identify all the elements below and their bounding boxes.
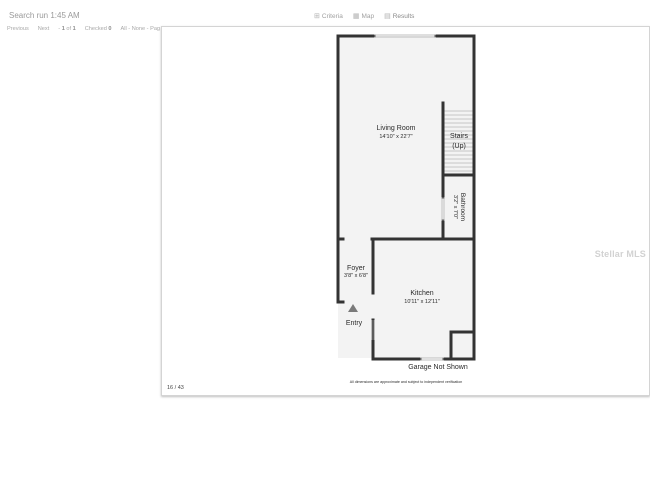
bathroom-dims: 3'2" x 7'0" [452, 195, 458, 219]
checked-value: 0 [108, 26, 112, 32]
results-nav: Previous Next - 1 of 1 Checked 0 All - N… [7, 26, 160, 32]
tab-criteria[interactable]: ⊞ Criteria [314, 12, 343, 21]
floor-plan-image: Living Room 14'10" x 22'7" Stairs (Up) B… [336, 34, 476, 384]
grid-icon: ⊞ [314, 13, 320, 20]
select-all-link[interactable]: All - [121, 26, 131, 32]
checked-label: Checked [84, 26, 107, 32]
select-links: All - None - Pag [121, 26, 161, 32]
position-value: 1 [61, 26, 65, 32]
watermark-logo: Stellar MLS [594, 249, 646, 259]
previous-link[interactable]: Previous [7, 26, 29, 32]
position-total: 1 [72, 26, 76, 32]
living-room-label: Living Room [377, 125, 416, 132]
stairs-label: Stairs [450, 133, 468, 140]
photo-counter: 16 / 43 [167, 385, 184, 391]
living-room-dims: 14'10" x 22'7" [379, 134, 412, 140]
stairs-note: (Up) [452, 143, 466, 150]
kitchen-dims: 10'11" x 12'11" [404, 299, 440, 305]
map-icon: ▦ [352, 13, 360, 20]
tab-map[interactable]: ▦ Map [352, 12, 375, 21]
kitchen-label: Kitchen [410, 290, 433, 297]
foyer-label: Foyer [347, 265, 366, 272]
tab-results-label: Results [392, 12, 415, 20]
entry-label: Entry [346, 320, 363, 327]
view-tabs: ⊞ Criteria ▦ Map ▤ Results [314, 12, 415, 21]
result-position: - 1 of 1 [58, 26, 75, 32]
dimensions-disclaimer: All dimensions are approximate and subje… [350, 380, 462, 384]
checked-count: Checked 0 [85, 26, 112, 32]
position-of: of [66, 26, 72, 32]
photo-viewer[interactable]: Living Room 14'10" x 22'7" Stairs (Up) B… [161, 26, 650, 396]
foyer-dims: 3'8" x 6'8" [344, 273, 368, 279]
tab-criteria-label: Criteria [321, 12, 343, 20]
tab-map-label: Map [361, 12, 375, 20]
search-run-status: Search run 1:45 AM [9, 11, 80, 20]
select-page-link[interactable]: Pag [150, 26, 160, 32]
tab-results[interactable]: ▤ Results [384, 12, 415, 21]
select-none-link[interactable]: None - [132, 26, 149, 32]
position-prefix: - [58, 26, 61, 32]
results-icon: ▤ [384, 13, 391, 20]
garage-label: Garage Not Shown [408, 364, 468, 371]
bathroom-label: Bathroom [459, 193, 466, 221]
next-link[interactable]: Next [38, 26, 50, 32]
